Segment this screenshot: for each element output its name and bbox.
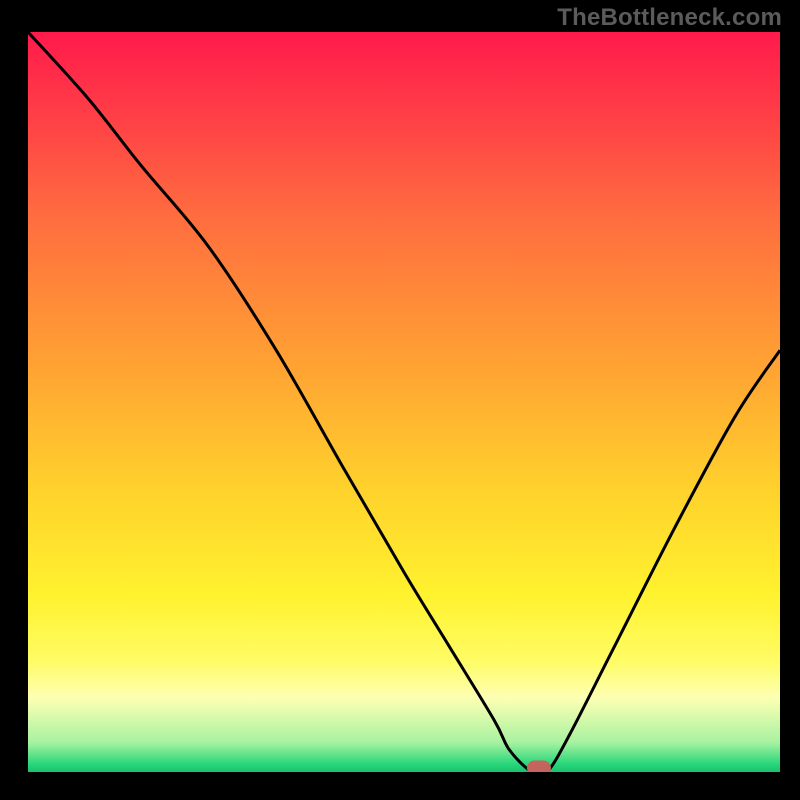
bottleneck-curve	[28, 32, 780, 772]
chart-container: TheBottleneck.com	[0, 0, 800, 800]
watermark-text: TheBottleneck.com	[557, 4, 782, 32]
plot-area	[28, 32, 780, 772]
optimum-marker	[527, 761, 551, 772]
